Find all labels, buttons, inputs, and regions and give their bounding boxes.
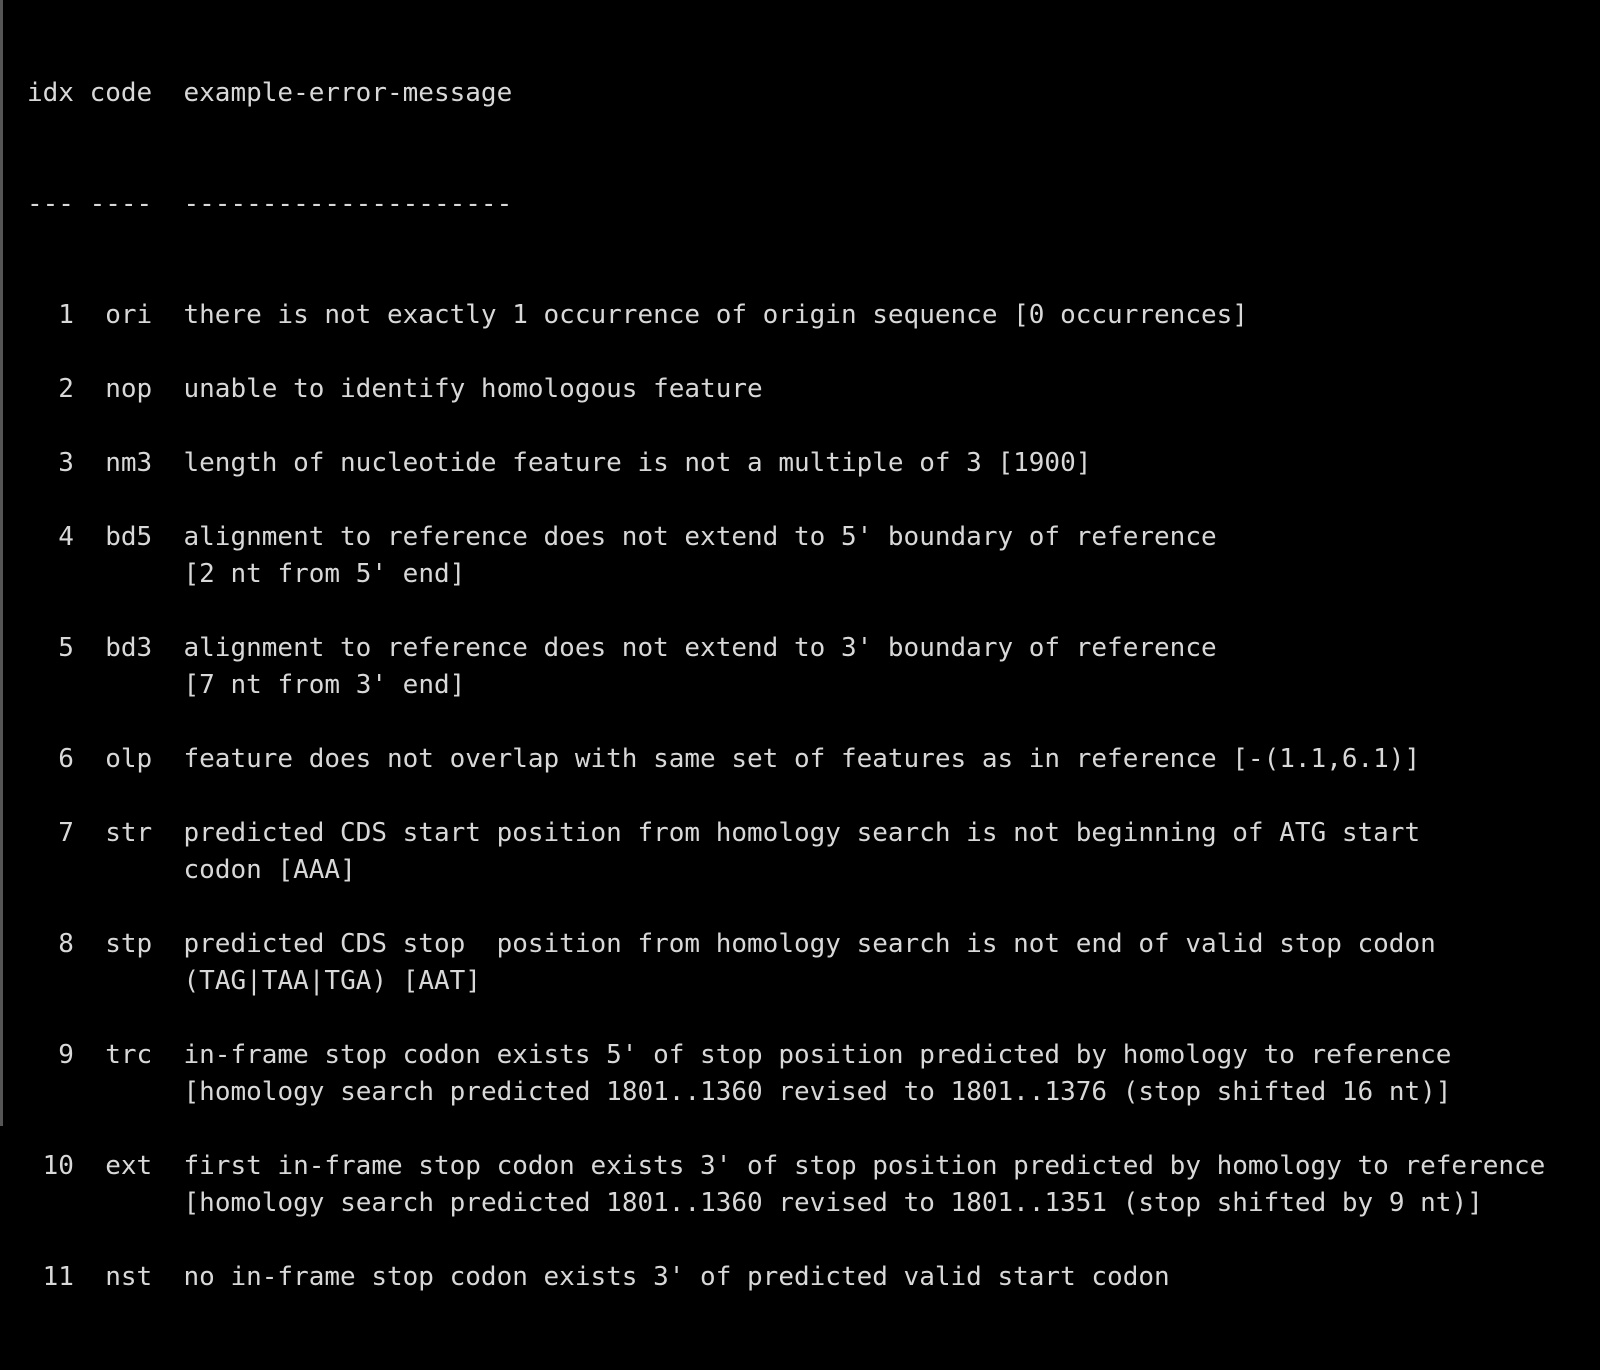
table-row: 6 olp feature does not overlap with same s… — [27, 741, 1600, 778]
row-first-line: 9 trc in-frame stop codon exists 5' of sto… — [27, 1037, 1600, 1074]
row-code: str — [105, 818, 153, 848]
row-code: bd3 — [105, 633, 153, 663]
row-first-line: 6 olp feature does not overlap with same s… — [27, 741, 1600, 778]
row-first-line: 5 bd3 alignment to reference does not exte… — [27, 630, 1600, 667]
separator-idx: --- — [27, 189, 74, 219]
row-message: length of nucleotide feature is not a mu… — [183, 448, 1092, 478]
row-message: unable to identify homologous feature — [183, 374, 763, 404]
row-first-line: 11 nst no in-frame stop codon exists 3' of… — [27, 1259, 1600, 1296]
row-idx: 3 — [58, 448, 74, 478]
row-message: alignment to reference does not extend t… — [183, 522, 1217, 552]
row-idx: 2 — [58, 374, 74, 404]
table-row: 1 ori there is not exactly 1 occurrence of… — [27, 297, 1600, 334]
table-header: idx code example-error-message — [27, 75, 1600, 112]
row-first-line: 8 stp predicted CDS stop position from hom… — [27, 926, 1600, 963]
row-continuation-line: codon [AAA] — [27, 852, 1600, 889]
table-row: 2 nop unable to identify homologous featur… — [27, 371, 1600, 408]
row-message: codon [AAA] — [183, 855, 356, 885]
row-message: [homology search predicted 1801..1360 re… — [183, 1077, 1452, 1107]
row-first-line: 2 nop unable to identify homologous featur… — [27, 371, 1600, 408]
row-message: (TAG|TAA|TGA) [AAT] — [183, 966, 481, 996]
row-message: alignment to reference does not extend t… — [183, 633, 1217, 663]
row-idx: 11 — [42, 1262, 74, 1292]
row-first-line: 1 ori there is not exactly 1 occurrence of… — [27, 297, 1600, 334]
row-message: there is not exactly 1 occurrence of ori… — [183, 300, 1248, 330]
row-idx: 1 — [58, 300, 74, 330]
row-code: bd5 — [105, 522, 153, 552]
row-continuation-line: [7 nt from 3' end] — [27, 667, 1600, 704]
row-code: nst — [105, 1262, 153, 1292]
table-row: 3 nm3 length of nucleotide feature is not … — [27, 445, 1600, 482]
row-continuation-line: [homology search predicted 1801..1360 re… — [27, 1185, 1600, 1222]
row-idx: 10 — [42, 1151, 74, 1181]
separator-code: ---- — [89, 189, 153, 219]
table-separator: --- ---- --------------------- — [27, 186, 1600, 223]
row-message: [7 nt from 3' end] — [183, 670, 466, 700]
row-continuation-line: [2 nt from 5' end] — [27, 556, 1600, 593]
row-message: [homology search predicted 1801..1360 re… — [183, 1188, 1483, 1218]
row-message: feature does not overlap with same set o… — [183, 744, 1421, 774]
row-idx: 6 — [58, 744, 74, 774]
row-message: first in-frame stop codon exists 3' of s… — [183, 1151, 1546, 1181]
row-message: in-frame stop codon exists 5' of stop po… — [183, 1040, 1452, 1070]
row-idx: 9 — [58, 1040, 74, 1070]
table-row: 9 trc in-frame stop codon exists 5' of sto… — [27, 1037, 1600, 1111]
row-code: ori — [105, 300, 153, 330]
header-code: code — [89, 78, 153, 108]
separator-message: --------------------- — [183, 189, 513, 219]
row-first-line: 7 str predicted CDS start position from ho… — [27, 815, 1600, 852]
row-first-line: 4 bd5 alignment to reference does not exte… — [27, 519, 1600, 556]
row-idx: 7 — [58, 818, 74, 848]
row-idx: 8 — [58, 929, 74, 959]
table-row: 5 bd3 alignment to reference does not exte… — [27, 630, 1600, 704]
table-row: 11 nst no in-frame stop codon exists 3' of… — [27, 1259, 1600, 1296]
row-message: [2 nt from 5' end] — [183, 559, 466, 589]
row-code: nop — [105, 374, 153, 404]
row-message: no in-frame stop codon exists 3' of pred… — [183, 1262, 1170, 1292]
row-first-line: 10 ext first in-frame stop codon exists 3'… — [27, 1148, 1600, 1185]
row-code: olp — [105, 744, 153, 774]
row-message: predicted CDS start position from homolo… — [183, 818, 1421, 848]
row-code: ext — [105, 1151, 153, 1181]
header-idx: idx — [27, 78, 74, 108]
table-row: 4 bd5 alignment to reference does not exte… — [27, 519, 1600, 593]
header-message: example-error-message — [183, 78, 513, 108]
table-row: 10 ext first in-frame stop codon exists 3'… — [27, 1148, 1600, 1222]
row-continuation-line: [homology search predicted 1801..1360 re… — [27, 1074, 1600, 1111]
row-first-line: 3 nm3 length of nucleotide feature is not … — [27, 445, 1600, 482]
row-message: predicted CDS stop position from homolog… — [183, 929, 1436, 959]
row-idx: 5 — [58, 633, 74, 663]
terminal-output: idx code example-error-message --- ---- ----… — [3, 0, 1600, 1370]
row-code: trc — [105, 1040, 153, 1070]
table-row: 7 str predicted CDS start position from ho… — [27, 815, 1600, 889]
row-idx: 4 — [58, 522, 74, 552]
row-code: stp — [105, 929, 153, 959]
error-table: 1 ori there is not exactly 1 occurrence of… — [27, 297, 1600, 1296]
table-row: 8 stp predicted CDS stop position from hom… — [27, 926, 1600, 1000]
row-continuation-line: (TAG|TAA|TGA) [AAT] — [27, 963, 1600, 1000]
row-code: nm3 — [105, 448, 153, 478]
